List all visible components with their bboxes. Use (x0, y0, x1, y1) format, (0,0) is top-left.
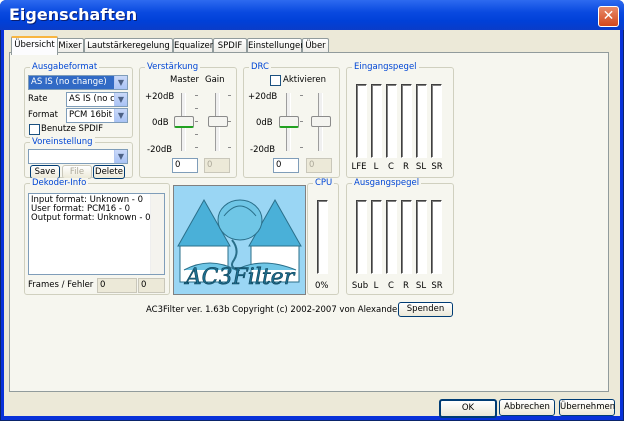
chevron-down-icon[interactable]: ▼ (114, 93, 127, 106)
tab-settings[interactable]: Einstellungen (247, 38, 306, 53)
cpu-value: 0% (315, 281, 329, 291)
scrollbar[interactable] (150, 194, 164, 274)
chevron-down-icon[interactable]: ▼ (114, 76, 127, 89)
spdif-checkbox[interactable] (29, 124, 40, 135)
output-format-value: AS IS (no change) (31, 77, 107, 87)
master-slider-thumb[interactable] (174, 116, 194, 128)
ok-button[interactable]: OK (439, 399, 497, 418)
errors-field: 0 (138, 278, 165, 293)
tick (195, 121, 198, 122)
preset-label: Voreinstellung (30, 137, 95, 147)
logo-image: AC3Filter (174, 186, 305, 294)
gain-scale-bottom: -20dB (147, 145, 173, 155)
output-meter-c (386, 200, 397, 274)
tick (300, 95, 303, 96)
decoder-info-label: Dekoder-Info (30, 178, 89, 188)
master-value-field[interactable]: 0 (172, 158, 198, 173)
tick (195, 108, 198, 109)
cancel-button[interactable]: Abbrechen (499, 399, 555, 416)
format-value: PCM 16bit (69, 110, 113, 120)
input-meter-sr (431, 84, 442, 158)
tick (228, 95, 231, 96)
gain-slider-thumb[interactable] (208, 116, 228, 127)
drc-scale-bottom: -20dB (250, 145, 276, 155)
copyright-text: AC3Filter ver. 1.63b Copyright (c) 2002-… (146, 305, 442, 315)
tab-equalizer[interactable]: Equalizer (173, 38, 213, 53)
close-button[interactable]: ✕ (598, 6, 619, 27)
tab-mixer[interactable]: Mixer (56, 38, 84, 53)
drc-activate-checkbox[interactable] (270, 75, 281, 86)
window-title: Eigenschaften (9, 5, 138, 24)
input-meter-r (401, 84, 412, 158)
apply-button[interactable]: Übernehmen (559, 399, 615, 416)
tick (300, 147, 303, 148)
cpu-meter (317, 200, 328, 274)
input-meter-l (371, 84, 382, 158)
frames-errors-label: Frames / Fehler (28, 280, 94, 290)
tick (228, 147, 231, 148)
tick (195, 95, 198, 96)
drc-label: DRC (249, 62, 271, 72)
input-channel-label: SR (431, 162, 443, 172)
master-label: Master (170, 75, 200, 85)
save-button[interactable]: Save (30, 165, 60, 179)
drc-value2-field[interactable]: 0 (306, 158, 332, 173)
ac3filter-logo: AC3Filter (173, 185, 306, 295)
format-label: Format (28, 110, 58, 120)
gain-label: Verstärkung (145, 62, 201, 72)
output-meter-sr (431, 200, 442, 274)
drc-slider2-thumb[interactable] (311, 116, 331, 127)
tick (195, 134, 198, 135)
drc-activate-label: Aktivieren (283, 75, 326, 85)
gain-col-label: Gain (205, 75, 225, 85)
input-channel-label: LFE (351, 162, 367, 172)
frames-field: 0 (97, 278, 137, 293)
output-levels-label: Ausgangspegel (352, 178, 422, 188)
output-meter-sub (356, 200, 367, 274)
format-select[interactable]: PCM 16bit ▼ (66, 108, 128, 123)
decoder-line: Output format: Unknown - 0 (31, 213, 151, 223)
input-meter-lfe (356, 84, 367, 158)
drc-scale-top: +20dB (248, 92, 278, 102)
output-format-select[interactable]: AS IS (no change) ▼ (28, 75, 128, 90)
output-channel-label: SR (431, 281, 443, 291)
rate-select[interactable]: AS IS (no c ▼ (66, 92, 128, 107)
output-meter-sl (416, 200, 427, 274)
tab-spdif[interactable]: SPDIF (213, 38, 247, 53)
file-button[interactable]: File (62, 165, 92, 179)
tab-about[interactable]: Über (302, 38, 329, 53)
tab-volume[interactable]: Lautstärkeregelung (84, 38, 173, 53)
preset-select[interactable]: ▼ (28, 149, 128, 164)
input-levels-label: Eingangspegel (352, 62, 419, 72)
chevron-down-icon[interactable]: ▼ (114, 109, 127, 122)
input-meter-c (386, 84, 397, 158)
decoder-info-box[interactable]: Input format: Unknown - 0 User format: P… (28, 193, 165, 275)
chevron-down-icon[interactable]: ▼ (114, 150, 127, 163)
title-bar[interactable]: Eigenschaften ✕ (0, 0, 624, 30)
rate-label: Rate (28, 94, 48, 104)
drc-slider-thumb[interactable] (279, 116, 299, 128)
tick (300, 121, 303, 122)
spdif-checkbox-label: Benutze SPDIF (41, 124, 104, 134)
drc-value-field[interactable]: 0 (273, 158, 299, 173)
cpu-label: CPU (313, 178, 335, 188)
output-meter-r (401, 200, 412, 274)
output-format-label: Ausgabeformat (30, 62, 100, 72)
gain-scale-top: +20dB (145, 92, 175, 102)
logo-text: AC3Filter (184, 265, 296, 290)
input-meter-sl (416, 84, 427, 158)
donate-button[interactable]: Spenden (398, 302, 453, 317)
gain-scale-mid: 0dB (152, 118, 169, 128)
tick (195, 147, 198, 148)
rate-value: AS IS (no c (69, 94, 115, 104)
gain-value-field[interactable]: 0 (204, 158, 230, 173)
drc-scale-mid: 0dB (256, 118, 273, 128)
tick (228, 121, 231, 122)
delete-button[interactable]: Delete (93, 165, 125, 179)
tab-overview[interactable]: Übersicht (11, 36, 58, 55)
output-meter-l (371, 200, 382, 274)
